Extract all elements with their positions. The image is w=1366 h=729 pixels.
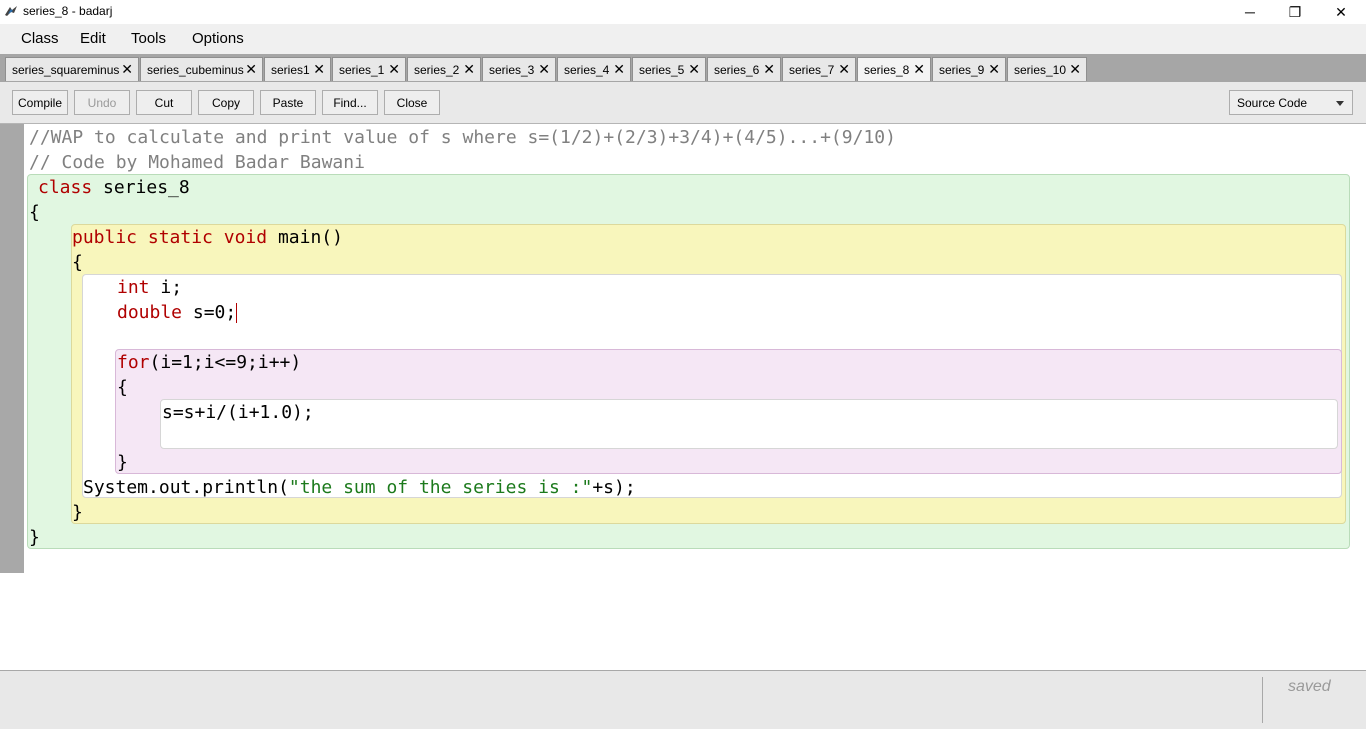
for-body-scope-highlight (160, 399, 1338, 449)
tab-label: series_5 (639, 62, 685, 77)
tab-label: series_cubeminus (147, 62, 244, 77)
tab-label: series_4 (564, 62, 610, 77)
tab-close-icon[interactable]: ✕ (463, 62, 475, 76)
tab-close-icon[interactable]: ✕ (913, 62, 925, 76)
menu-options[interactable]: Options (192, 30, 244, 47)
undo-button[interactable]: Undo (74, 90, 130, 115)
tab-close-icon[interactable]: ✕ (313, 62, 325, 76)
keyword: static (147, 227, 213, 248)
code-line-comment-2: // Code by Mohamed Badar Bawani (29, 152, 365, 173)
keyword: double (117, 302, 183, 323)
tab-label: series_9 (939, 62, 985, 77)
keyword: public (72, 227, 138, 248)
tab-series-8[interactable]: series_8 ✕ (857, 57, 931, 81)
keyword: for (117, 352, 150, 373)
tab-close-icon[interactable]: ✕ (763, 62, 775, 76)
compile-button[interactable]: Compile (12, 90, 68, 115)
keyword: int (117, 277, 150, 298)
bluej-bird-icon (5, 6, 17, 16)
tab-close-icon[interactable]: ✕ (688, 62, 700, 76)
tab-label: series_7 (789, 62, 835, 77)
tab-series-1[interactable]: series_1 ✕ (332, 57, 406, 81)
string-literal: "the sum of the series is :" (288, 477, 593, 498)
code-text: main() (267, 227, 343, 248)
tab-series1[interactable]: series1 ✕ (264, 57, 331, 81)
code-text: (i=1;i<=9;i++) (149, 352, 302, 373)
text-caret (236, 303, 238, 323)
editor-gutter (0, 124, 24, 573)
chevron-down-icon (1336, 101, 1344, 106)
keyword: void (223, 227, 268, 248)
tab-label: series_squareminus (12, 62, 120, 77)
window-title: series_8 - badarj (23, 4, 113, 18)
code-line-brace: } (72, 502, 83, 523)
tab-series-2[interactable]: series_2 ✕ (407, 57, 481, 81)
editor-toolbar: Compile Undo Cut Copy Paste Find... Clos… (0, 82, 1366, 124)
status-divider (1262, 677, 1263, 723)
menu-edit[interactable]: Edit (80, 30, 106, 47)
tab-series-cubeminus[interactable]: series_cubeminus ✕ (140, 57, 263, 81)
maximize-button[interactable]: ❐ (1272, 0, 1318, 24)
cut-button[interactable]: Cut (136, 90, 192, 115)
code-line-brace: { (117, 377, 128, 398)
code-line-brace: } (117, 452, 128, 473)
tab-series-4[interactable]: series_4 ✕ (557, 57, 631, 81)
code-text: System.out.println( (83, 477, 289, 498)
code-line-brace: { (72, 252, 83, 273)
code-text: i; (149, 277, 183, 298)
copy-button[interactable]: Copy (198, 90, 254, 115)
editor-tab-strip: series_squareminus ✕ series_cubeminus ✕ … (0, 54, 1366, 82)
menu-bar: Class Edit Tools Options (0, 24, 1366, 54)
tab-label: series_2 (414, 62, 460, 77)
code-line-brace: { (29, 202, 40, 223)
title-bar: series_8 - badarj ─ ❐ ✕ (0, 0, 1366, 24)
code-line-println: System.out.println("the sum of the serie… (83, 475, 636, 500)
tab-close-icon[interactable]: ✕ (538, 62, 550, 76)
view-mode-value: Source Code (1237, 96, 1308, 110)
status-bar: saved (0, 670, 1366, 729)
tab-label: series_1 (339, 62, 385, 77)
code-editor[interactable]: //WAP to calculate and print value of s … (0, 124, 1366, 670)
tab-series-9[interactable]: series_9 ✕ (932, 57, 1006, 81)
tab-close-icon[interactable]: ✕ (388, 62, 400, 76)
tab-series-10[interactable]: series_10 ✕ (1007, 57, 1087, 81)
tab-label: series1 (271, 62, 310, 77)
code-text: s=0; (182, 302, 237, 323)
close-window-button[interactable]: ✕ (1318, 0, 1364, 24)
keyword: class (38, 177, 93, 198)
tab-series-squareminus[interactable]: series_squareminus ✕ (5, 57, 139, 81)
menu-class[interactable]: Class (21, 30, 59, 47)
paste-button[interactable]: Paste (260, 90, 316, 115)
code-line-comment-1: //WAP to calculate and print value of s … (29, 127, 896, 148)
tab-label: series_3 (489, 62, 535, 77)
code-line-int: int i; (117, 275, 182, 300)
code-line-double: double s=0; (117, 300, 238, 325)
tab-close-icon[interactable]: ✕ (245, 62, 257, 76)
view-mode-select[interactable]: Source Code (1229, 90, 1353, 115)
save-status: saved (1288, 678, 1331, 695)
code-text: +s); (592, 477, 636, 498)
code-line-brace: } (29, 527, 40, 548)
tab-close-icon[interactable]: ✕ (988, 62, 1000, 76)
tab-series-5[interactable]: series_5 ✕ (632, 57, 706, 81)
tab-close-icon[interactable]: ✕ (121, 62, 133, 76)
minimize-button[interactable]: ─ (1227, 0, 1273, 24)
tab-series-7[interactable]: series_7 ✕ (782, 57, 856, 81)
tab-close-icon[interactable]: ✕ (613, 62, 625, 76)
tab-label: series_6 (714, 62, 760, 77)
tab-close-icon[interactable]: ✕ (1069, 62, 1081, 76)
find-button[interactable]: Find... (322, 90, 378, 115)
code-line-class: class series_8 (38, 175, 190, 200)
tab-series-3[interactable]: series_3 ✕ (482, 57, 556, 81)
code-line-loop-body: s=s+i/(i+1.0); (162, 402, 314, 423)
tab-label: series_10 (1014, 62, 1067, 77)
code-text: series_8 (92, 177, 190, 198)
tab-label: series_8 (864, 62, 910, 77)
close-button[interactable]: Close (384, 90, 440, 115)
menu-tools[interactable]: Tools (131, 30, 166, 47)
tab-close-icon[interactable]: ✕ (838, 62, 850, 76)
code-line-main: public static void main() (72, 225, 343, 250)
tab-series-6[interactable]: series_6 ✕ (707, 57, 781, 81)
code-line-for: for(i=1;i<=9;i++) (117, 350, 301, 375)
